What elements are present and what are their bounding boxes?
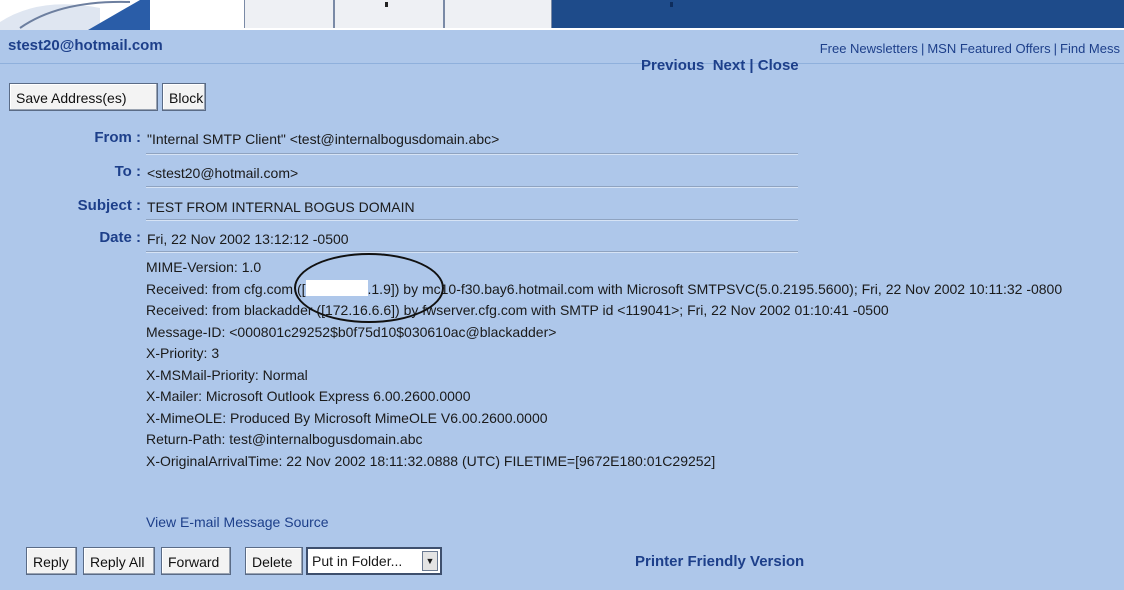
- from-label: From :: [94, 129, 141, 146]
- from-divider: [146, 153, 798, 155]
- msn-logo-swoosh-icon: [0, 0, 150, 30]
- tab-3[interactable]: [444, 0, 552, 28]
- raw-received-1-pre: Received: from cfg.com ([: [146, 280, 306, 297]
- next-link[interactable]: Next: [713, 57, 746, 74]
- msn-featured-offers-link[interactable]: MSN Featured Offers: [927, 41, 1050, 56]
- date-label: Date :: [99, 229, 141, 246]
- raw-mailer: X-Mailer: Microsoft Outlook Express 6.00…: [146, 388, 471, 404]
- raw-received-1-post: .1.9]) by mc10-f30.bay6.hotmail.com with…: [367, 280, 1063, 297]
- dropdown-arrow-icon[interactable]: ▼: [422, 551, 438, 571]
- raw-received-1: Received: from cfg.com ([ .1.9]) by mc10-…: [146, 279, 1062, 301]
- top-tab-strip: [0, 0, 1124, 30]
- raw-headers: MIME-Version: 1.0 Received: from cfg.com…: [146, 257, 1062, 472]
- account-bar: stest20@hotmail.com Free Newsletters | MSN…: [0, 30, 1124, 64]
- date-divider: [146, 251, 798, 253]
- reply-button[interactable]: Reply: [26, 547, 77, 575]
- to-value: <stest20@hotmail.com>: [147, 165, 299, 181]
- annotation-circle: [294, 253, 444, 323]
- account-email: stest20@hotmail.com: [8, 37, 163, 54]
- subject-divider: [146, 219, 798, 221]
- to-label: To :: [114, 163, 141, 180]
- raw-message-id: Message-ID: <000801c29252$b0f75d10$03061…: [146, 323, 557, 340]
- raw-arrival-time: X-OriginalArrivalTime: 22 Nov 2002 18:11…: [146, 452, 716, 469]
- raw-mime: MIME-Version: 1.0: [146, 259, 262, 275]
- printer-friendly-link[interactable]: Printer Friendly Version: [635, 553, 804, 570]
- raw-return-path: Return-Path: test@internalbogusdomain.ab…: [146, 431, 423, 447]
- nav-separator: |: [749, 57, 754, 74]
- link-separator: |: [920, 41, 925, 56]
- forward-button[interactable]: Forward: [161, 547, 231, 575]
- tab-marker-icon: [385, 2, 388, 7]
- tab-2[interactable]: [334, 0, 444, 28]
- raw-received-2: Received: from blackadder ([172.16.6.6])…: [146, 302, 889, 318]
- view-source-link[interactable]: View E-mail Message Source: [146, 514, 329, 530]
- delete-button[interactable]: Delete: [245, 547, 303, 575]
- previous-link[interactable]: Previous: [641, 57, 704, 74]
- tab-active[interactable]: [552, 0, 1124, 28]
- link-separator: |: [1053, 41, 1058, 56]
- message-nav: Previous Next | Close: [641, 57, 799, 74]
- subject-label: Subject :: [77, 197, 141, 214]
- save-address-button[interactable]: Save Address(es): [9, 83, 158, 111]
- raw-mimeole: X-MimeOLE: Produced By Microsoft MimeOLE…: [146, 409, 548, 426]
- find-messages-link[interactable]: Find Mess: [1060, 41, 1120, 56]
- subject-value: TEST FROM INTERNAL BOGUS DOMAIN: [147, 199, 415, 215]
- free-newsletters-link[interactable]: Free Newsletters: [820, 41, 918, 56]
- block-button[interactable]: Block: [162, 83, 206, 111]
- tab-1[interactable]: [244, 0, 334, 28]
- from-value: "Internal SMTP Client" <test@internalbog…: [147, 131, 500, 147]
- raw-priority: X-Priority: 3: [146, 345, 220, 361]
- tab-marker-icon: [670, 2, 673, 7]
- date-value: Fri, 22 Nov 2002 13:12:12 -0500: [147, 231, 349, 247]
- reply-all-button[interactable]: Reply All: [83, 547, 155, 575]
- folder-select-value: Put in Folder...: [312, 553, 403, 569]
- put-in-folder-select[interactable]: Put in Folder... ▼: [306, 547, 442, 575]
- top-links: Free Newsletters | MSN Featured Offers | Fin…: [820, 41, 1120, 56]
- to-divider: [146, 186, 798, 188]
- raw-msmail-priority: X-MSMail-Priority: Normal: [146, 366, 308, 383]
- close-link[interactable]: Close: [758, 57, 799, 74]
